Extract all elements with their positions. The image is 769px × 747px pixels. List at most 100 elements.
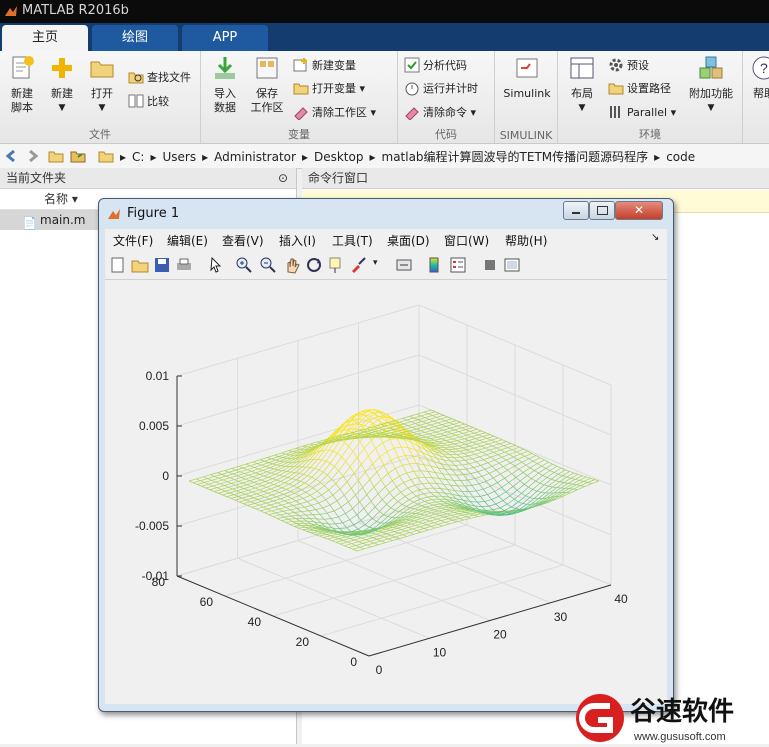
mesh-line (210, 490, 214, 492)
brush-dropdown-icon[interactable]: ▾ (373, 258, 378, 268)
pointer-icon[interactable] (207, 256, 225, 274)
mesh-line (361, 514, 368, 520)
mesh-line (301, 476, 308, 482)
menu-dock-icon[interactable]: ↘ (651, 232, 659, 243)
new-variable-button[interactable]: 新建变量 (293, 56, 356, 76)
show-tools-icon[interactable] (503, 256, 521, 274)
save-icon[interactable] (153, 256, 171, 274)
analyze-code-button[interactable]: 分析代码 (404, 56, 467, 76)
mesh-line (368, 448, 375, 455)
mesh-line (508, 445, 515, 447)
x-tick-label: 0 (376, 663, 383, 677)
mesh-line (453, 451, 460, 452)
simulink-button[interactable]: Simulink (501, 55, 553, 101)
figure-menubar: 文件(F) 编辑(E) 查看(V) 插入(I) 工具(T) 桌面(D) 窗口(W… (105, 229, 667, 251)
open-button[interactable]: 打开 ▼ (84, 55, 120, 115)
mesh-line (289, 519, 296, 520)
mesh-line (215, 474, 222, 476)
menu-file[interactable]: 文件(F) (113, 232, 153, 249)
figure-window[interactable]: Figure 1 ✕ 文件(F) 编辑(E) 查看(V) 插入(I) 工具(T)… (98, 198, 674, 712)
mesh-line (417, 412, 424, 414)
mesh-line (281, 477, 288, 481)
hide-tools-icon[interactable] (481, 256, 499, 274)
new-figure-icon[interactable] (109, 256, 127, 274)
mesh-line (275, 488, 282, 491)
close-button[interactable]: ✕ (615, 201, 663, 220)
run-and-time-button[interactable]: 运行并计时 (404, 79, 478, 99)
mesh-line (410, 414, 417, 416)
layout-button[interactable]: 布局 ▼ (562, 55, 602, 115)
forward-icon[interactable] (24, 148, 40, 164)
mesh-line (400, 420, 407, 422)
mesh-line (301, 512, 305, 515)
clear-commands-button[interactable]: 清除命令 ▾ (404, 103, 476, 123)
menu-window[interactable]: 窗口(W) (444, 232, 489, 249)
mesh-line (463, 448, 467, 450)
compare-button[interactable]: 比较 (128, 92, 169, 112)
tab-apps[interactable]: APP (182, 25, 268, 51)
find-files-button[interactable]: 查找文件 (128, 68, 191, 88)
menu-help[interactable]: 帮助(H) (505, 232, 547, 249)
help-button[interactable]: ? 帮助 (749, 55, 769, 101)
mesh-line (239, 466, 243, 468)
mesh-line (243, 468, 247, 470)
brush-icon[interactable] (349, 256, 367, 274)
import-data-button[interactable]: 导入 数据 (205, 55, 245, 115)
tab-home[interactable]: 主页 (2, 25, 88, 51)
minimize-button[interactable] (563, 201, 589, 220)
mesh-line (394, 447, 401, 448)
mesh-plot[interactable]: 0.010.0050-0.005-0.01010203040020406080 (105, 280, 667, 704)
mesh-line (286, 486, 293, 490)
mesh-line (428, 429, 432, 431)
mesh-line (460, 422, 464, 424)
mesh-line (456, 420, 460, 422)
mesh-line (533, 489, 537, 491)
mesh-line (268, 491, 275, 494)
mesh-line (380, 452, 387, 457)
new-button[interactable]: 新建 ▼ (44, 55, 80, 115)
save-workspace-button[interactable]: 保存 工作区 (247, 55, 287, 115)
mesh-line (344, 495, 348, 502)
open-file-icon[interactable] (131, 256, 149, 274)
browse-folder-icon[interactable] (70, 148, 86, 164)
mesh-line (467, 448, 474, 450)
figure-canvas[interactable]: 0.010.0050-0.005-0.01010203040020406080 (105, 280, 667, 704)
tab-plots[interactable]: 绘图 (92, 25, 178, 51)
panel-menu-icon[interactable]: ⊙ (278, 168, 288, 188)
zoom-in-icon[interactable] (235, 256, 253, 274)
breadcrumb[interactable]: ▸C:▸Users▸Administrator▸Desktop▸matlab编程… (120, 148, 701, 165)
legend-icon[interactable] (449, 256, 467, 274)
print-icon[interactable] (175, 256, 193, 274)
mesh-line (432, 442, 439, 443)
preferences-button[interactable]: 预设 (608, 56, 649, 76)
menu-tools[interactable]: 工具(T) (332, 232, 373, 249)
parallel-button[interactable]: Parallel ▾ (608, 103, 676, 123)
menu-insert[interactable]: 插入(I) (279, 232, 316, 249)
menu-desktop[interactable]: 桌面(D) (387, 232, 430, 249)
colorbar-icon[interactable] (425, 256, 443, 274)
data-cursor-icon[interactable] (327, 256, 345, 274)
rotate-3d-icon[interactable] (305, 256, 323, 274)
mesh-line (558, 474, 562, 476)
up-folder-icon[interactable] (48, 148, 64, 164)
folder-icon (89, 55, 115, 81)
back-icon[interactable] (4, 148, 20, 164)
set-path-button[interactable]: 设置路径 (608, 79, 671, 99)
mesh-line (517, 484, 524, 490)
root-folder-icon[interactable] (98, 148, 114, 164)
zoom-out-icon[interactable] (259, 256, 277, 274)
clear-workspace-button[interactable]: 清除工作区 ▾ (293, 103, 376, 123)
mesh-line (274, 466, 281, 469)
pan-icon[interactable] (283, 256, 301, 274)
mesh-line (267, 455, 274, 457)
mesh-line (220, 484, 224, 486)
menu-edit[interactable]: 编辑(E) (167, 232, 208, 249)
menu-view[interactable]: 查看(V) (222, 232, 264, 249)
maximize-button[interactable] (589, 201, 615, 220)
mesh-line (331, 534, 338, 535)
new-script-button[interactable]: 新建 脚本 (4, 55, 40, 115)
addons-button[interactable]: 附加功能 ▼ (686, 55, 736, 115)
link-plot-icon[interactable] (395, 256, 413, 274)
mesh-line (264, 473, 271, 476)
open-variable-button[interactable]: 打开变量 ▾ (293, 79, 365, 99)
